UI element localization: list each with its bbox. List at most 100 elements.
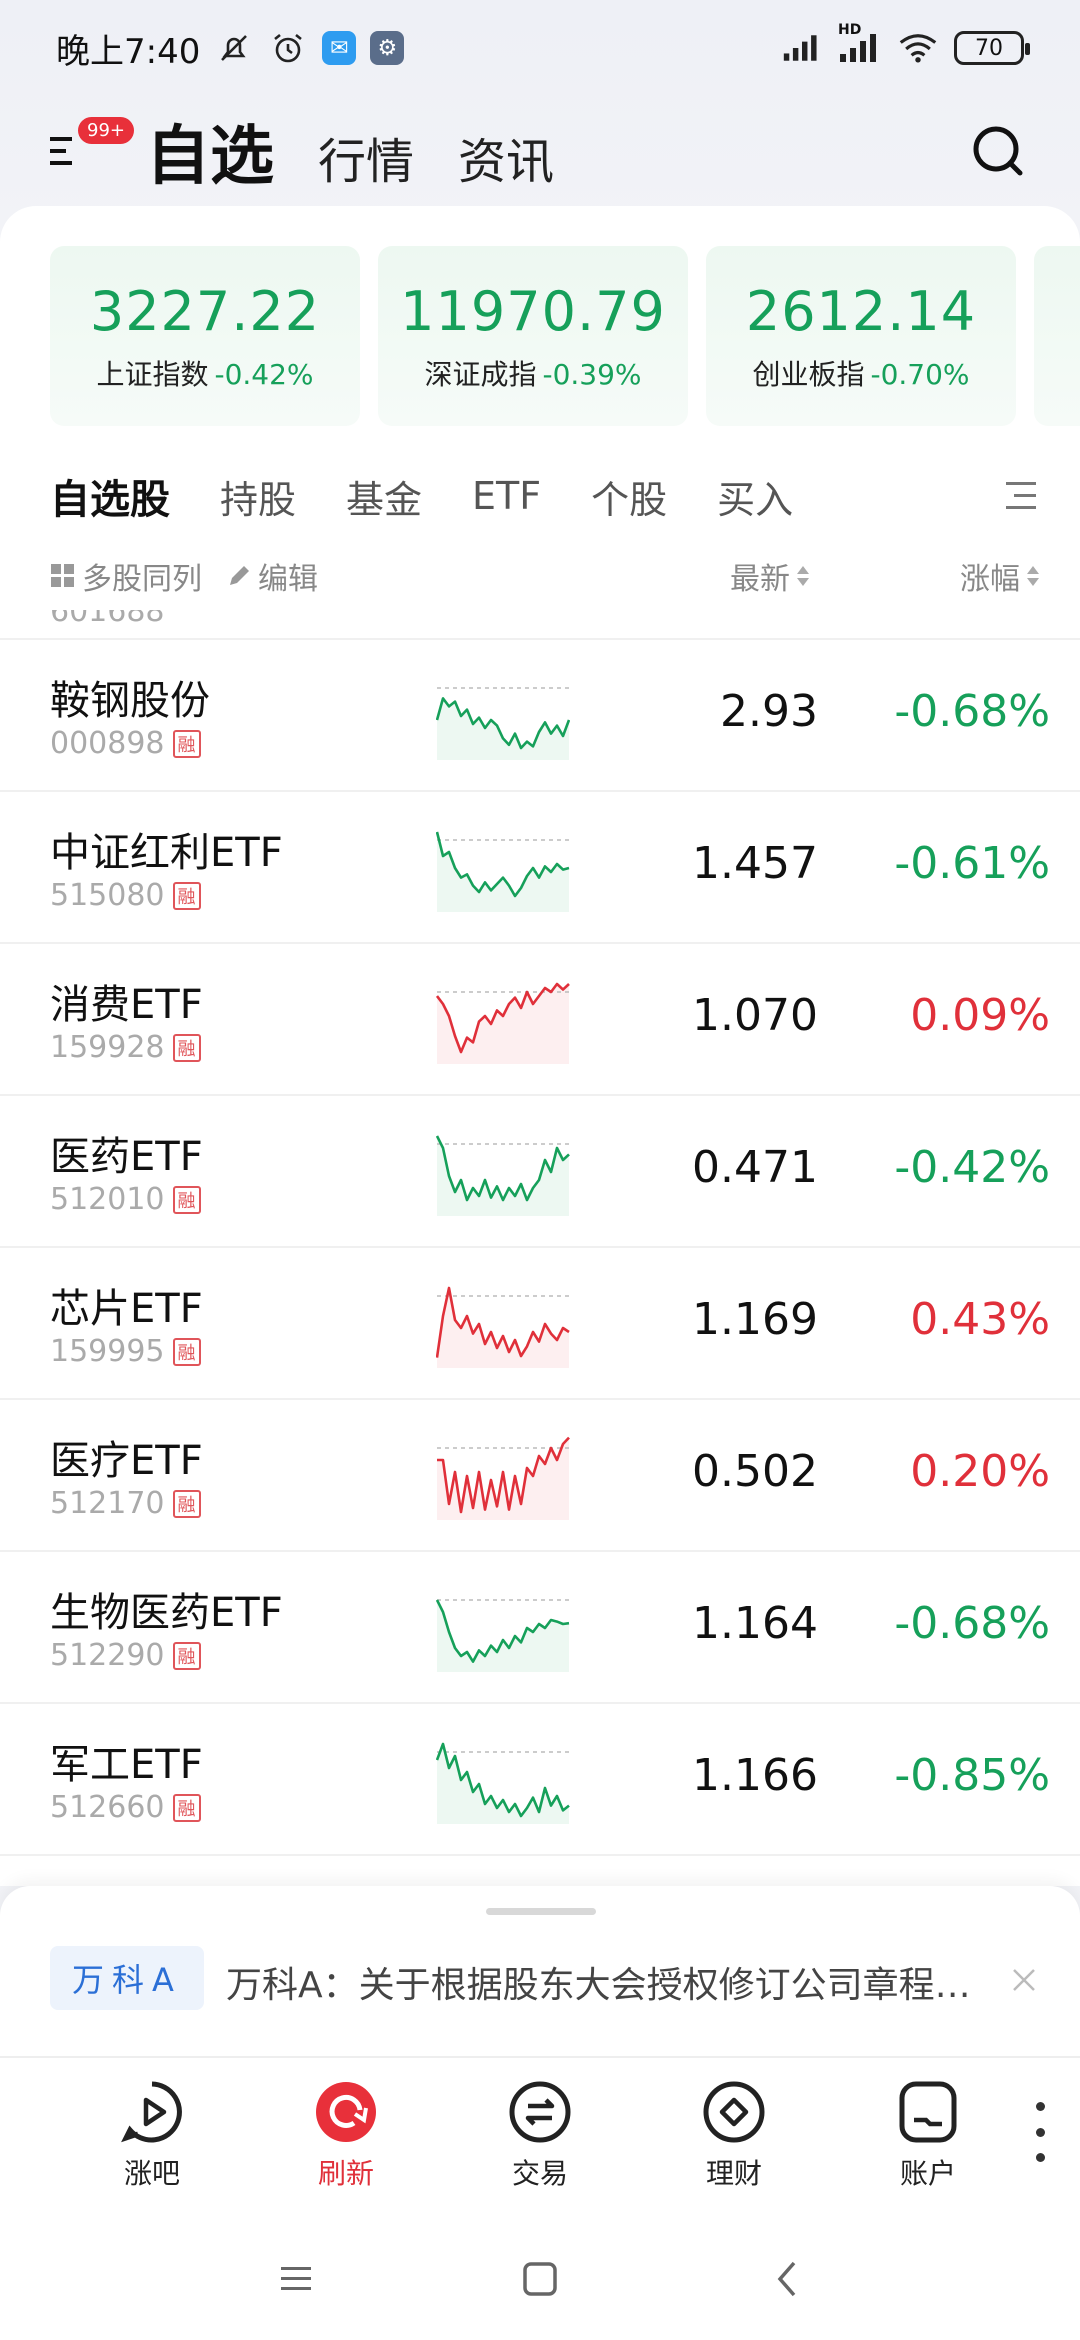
- nav-label: 交易: [511, 2157, 568, 2190]
- sparkline-area: [437, 1744, 569, 1824]
- tab-buy[interactable]: 买入: [717, 469, 793, 524]
- stock-name: 军工ETF: [50, 1742, 203, 1788]
- index-value: 11970.79: [400, 279, 666, 343]
- sparkline-chart: [436, 1135, 570, 1216]
- stock-row-partial[interactable]: 601688: [0, 610, 1080, 640]
- nav-zhangba[interactable]: 涨吧: [92, 2080, 212, 2192]
- nav-account[interactable]: 账户: [868, 2080, 988, 2192]
- sort-change-button[interactable]: 涨幅: [960, 554, 1040, 598]
- stock-name: 鞍钢股份: [50, 678, 210, 724]
- app-header: 99+ 自选 行情 资讯: [0, 96, 1080, 206]
- index-card-cyb[interactable]: 2612.14 创业板指 -0.70%: [706, 246, 1016, 426]
- stock-name: 生物医药ETF: [50, 1590, 283, 1636]
- index-name: 深证成指: [424, 357, 537, 391]
- multi-stock-button[interactable]: 多股同列: [50, 554, 202, 598]
- index-card-sh[interactable]: 3227.22 上证指数 -0.42%: [50, 246, 360, 426]
- square-icon: [523, 2262, 557, 2296]
- tab-news[interactable]: 资讯: [458, 122, 554, 192]
- watchlist-card: 3227.22 上证指数 -0.42% 11970.79 深证成指 -0.39% 2…: [0, 206, 1080, 1886]
- index-change: -0.70%: [870, 357, 970, 391]
- stock-code-group: 512010 融: [50, 1182, 201, 1217]
- stock-code-group: 515080 融: [50, 878, 201, 913]
- back-button[interactable]: [762, 2254, 812, 2304]
- stock-row[interactable]: 医疗ETF 512170 融 0.502 0.20%: [0, 1400, 1080, 1552]
- menu-button[interactable]: 99+: [50, 117, 134, 179]
- menu-lines-icon: [281, 2267, 311, 2290]
- stock-price: 1.070: [692, 990, 818, 1041]
- news-headline[interactable]: 万科A：关于根据股东大会授权修订公司章程的公告: [226, 1956, 986, 2008]
- signal-hd-icon: HD: [838, 22, 882, 64]
- stock-row[interactable]: 消费ETF 159928 融 1.070 0.09%: [0, 944, 1080, 1096]
- stock-row[interactable]: 芯片ETF 159995 融 1.169 0.43%: [0, 1248, 1080, 1400]
- close-news-button[interactable]: [1004, 1960, 1044, 2000]
- search-button[interactable]: [966, 119, 1030, 183]
- index-cards: 3227.22 上证指数 -0.42% 11970.79 深证成指 -0.39% 2…: [50, 246, 1080, 426]
- search-icon: [973, 126, 1023, 176]
- nav-refresh[interactable]: 刷新: [286, 2080, 406, 2192]
- sort-latest-button[interactable]: 最新: [730, 554, 810, 598]
- drag-handle[interactable]: [486, 1908, 596, 1915]
- tab-my-stocks[interactable]: 自选股: [50, 467, 170, 525]
- stock-row[interactable]: 医药ETF 512010 融 0.471 -0.42%: [0, 1096, 1080, 1248]
- stock-row[interactable]: 中证红利ETF 515080 融 1.457 -0.61%: [0, 792, 1080, 944]
- nav-label: 账户: [899, 2157, 956, 2190]
- more-options-button[interactable]: [1030, 2102, 1050, 2162]
- nav-label: 涨吧: [123, 2157, 180, 2190]
- sparkline-chart: [436, 1742, 570, 1824]
- tab-market[interactable]: 行情: [318, 122, 414, 192]
- tab-funds[interactable]: 基金: [346, 469, 422, 524]
- stock-code-group: 512170 融: [50, 1486, 201, 1521]
- stock-row[interactable]: 鞍钢股份 000898 融 2.93 -0.68%: [0, 640, 1080, 792]
- tab-watchlist[interactable]: 自选: [146, 105, 274, 197]
- stock-name: 中证红利ETF: [50, 830, 283, 876]
- grid-icon: [51, 564, 74, 587]
- stock-row[interactable]: 生物医药ETF 512290 融 1.164 -0.68%: [0, 1552, 1080, 1704]
- network-label: HD: [838, 22, 862, 38]
- stock-code: 601688: [50, 610, 165, 629]
- edit-button[interactable]: 编辑: [226, 554, 318, 598]
- stock-code-group: 512660 融: [50, 1790, 201, 1825]
- margin-badge: 融: [172, 1337, 201, 1366]
- tab-holdings[interactable]: 持股: [220, 469, 296, 524]
- sort-icon: [1027, 566, 1039, 586]
- menu-badge: 99+: [78, 117, 134, 144]
- recent-apps-button[interactable]: [272, 2254, 322, 2304]
- sort-icon: [797, 566, 809, 586]
- mail-app-icon: ✉: [322, 31, 357, 65]
- stock-name: 医疗ETF: [50, 1438, 203, 1484]
- stock-code-group: 512290 融: [50, 1638, 201, 1673]
- list-toolbar: 多股同列 编辑 最新 涨幅: [50, 546, 1040, 606]
- wifi-icon: [898, 28, 938, 68]
- tab-stocks[interactable]: 个股: [591, 469, 667, 524]
- margin-badge: 融: [172, 881, 201, 910]
- index-value: 3227.22: [89, 279, 321, 343]
- stock-change: 0.20%: [910, 1446, 1050, 1497]
- stock-name: 医药ETF: [50, 1134, 203, 1180]
- stock-row[interactable]: 军工ETF 512660 融 1.166 -0.85%: [0, 1704, 1080, 1856]
- index-change: -0.42%: [214, 357, 314, 391]
- index-card-sz[interactable]: 11970.79 深证成指 -0.39%: [378, 246, 688, 426]
- bottom-nav: 涨吧 刷新 交易 理财 账户: [0, 2056, 1080, 2212]
- sparkline-chart: [436, 831, 570, 912]
- stock-name: 芯片ETF: [50, 1286, 203, 1332]
- stock-price: 1.169: [692, 1294, 818, 1345]
- nav-label: 理财: [705, 2157, 762, 2190]
- margin-badge: 融: [172, 1185, 201, 1214]
- battery-level: 70: [975, 35, 1003, 61]
- home-button[interactable]: [515, 2254, 565, 2304]
- sparkline-chart: [436, 982, 570, 1064]
- tab-etf[interactable]: ETF: [472, 474, 541, 518]
- stock-price: 0.471: [692, 1142, 818, 1193]
- news-ticker: 万科A 万科A：关于根据股东大会授权修订公司章程的公告: [0, 1886, 1080, 2056]
- stock-price: 1.457: [692, 838, 818, 889]
- multi-stock-label: 多股同列: [82, 562, 202, 597]
- sparkline-chart: [436, 687, 570, 760]
- stock-code-group: 159928 融: [50, 1030, 201, 1065]
- nav-wealth[interactable]: 理财: [674, 2080, 794, 2192]
- margin-badge: 融: [172, 1489, 201, 1518]
- group-menu-button[interactable]: [996, 474, 1040, 518]
- index-card-partial[interactable]: [1034, 246, 1080, 426]
- stock-change: -0.85%: [894, 1750, 1050, 1801]
- nav-trade[interactable]: 交易: [480, 2080, 600, 2192]
- news-stock-tag[interactable]: 万科A: [50, 1946, 204, 2010]
